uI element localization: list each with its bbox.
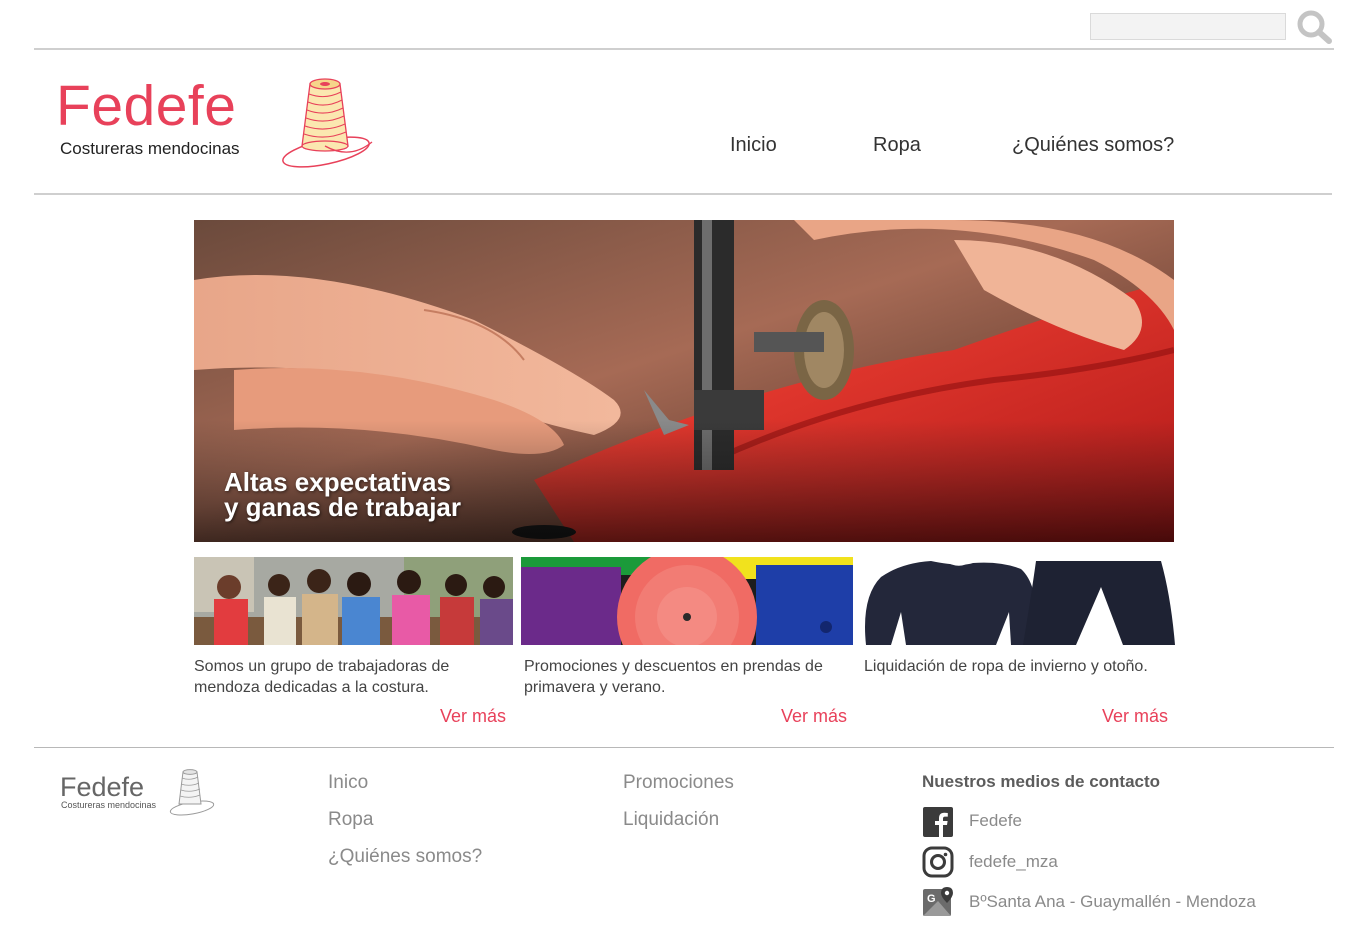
footer-divider xyxy=(34,747,1334,748)
nav-ropa[interactable]: Ropa xyxy=(873,134,921,157)
search-icon xyxy=(1297,10,1332,44)
card-2-description: Promociones y descuentos en prendas de p… xyxy=(524,658,823,696)
facebook-icon[interactable] xyxy=(922,806,954,838)
brand-tagline: Costureras mendocinas xyxy=(60,139,240,158)
footer-link-inicio[interactable]: Inico xyxy=(328,772,368,794)
footer-brand-tagline: Costureras mendocinas xyxy=(61,800,157,810)
brand-name: Fedefe xyxy=(56,74,237,138)
svg-text:G: G xyxy=(927,893,936,905)
card-1-ver-mas-link[interactable]: Ver más xyxy=(406,706,506,727)
nav-quienes-somos[interactable]: ¿Quiénes somos? xyxy=(1012,134,1174,157)
seamstresses-group-photo xyxy=(194,557,513,645)
footer-thread-spool-icon xyxy=(169,769,215,816)
fabric-rolls-photo xyxy=(521,557,853,645)
hero-headline: Altas expectativas y ganas de trabajar xyxy=(224,469,461,522)
card-3-ver-mas-link[interactable]: Ver más xyxy=(1068,706,1168,727)
footer-link-quienes-somos[interactable]: ¿Quiénes somos? xyxy=(328,846,482,868)
maps-icon[interactable]: G xyxy=(922,886,954,918)
card-3-image[interactable] xyxy=(861,557,1175,645)
header-divider xyxy=(34,193,1332,195)
search-input[interactable] xyxy=(1090,13,1286,40)
card-2-image[interactable] xyxy=(521,557,853,645)
card-3-description: Liquidación de ropa de invierno y otoño. xyxy=(864,658,1148,675)
footer-link-promociones[interactable]: Promociones xyxy=(623,772,734,794)
footer-link-ropa[interactable]: Ropa xyxy=(328,809,373,831)
hero-line-2: y ganas de trabajar xyxy=(224,492,461,522)
footer-link-liquidacion[interactable]: Liquidación xyxy=(623,809,719,831)
contact-heading: Nuestros medios de contacto xyxy=(922,772,1161,791)
top-divider xyxy=(34,48,1334,50)
card-1-image[interactable] xyxy=(194,557,513,645)
card-1-description: Somos un grupo de trabajadoras de mendoz… xyxy=(194,658,450,696)
card-2-ver-mas-link[interactable]: Ver más xyxy=(747,706,847,727)
hero-banner: Altas expectativas y ganas de trabajar xyxy=(194,220,1174,542)
winter-clothes-photo xyxy=(861,557,1175,645)
thread-spool-icon xyxy=(282,78,373,168)
contact-instagram-text[interactable]: fedefe_mza xyxy=(969,852,1058,872)
search-button[interactable] xyxy=(1296,10,1334,44)
footer-brand-name: Fedefe xyxy=(60,772,145,802)
contact-facebook-text[interactable]: Fedefe xyxy=(969,811,1022,831)
nav-inicio[interactable]: Inicio xyxy=(730,134,777,157)
contact-address-text[interactable]: BºSanta Ana - Guaymallén - Mendoza xyxy=(969,892,1256,912)
instagram-icon[interactable] xyxy=(922,846,954,878)
